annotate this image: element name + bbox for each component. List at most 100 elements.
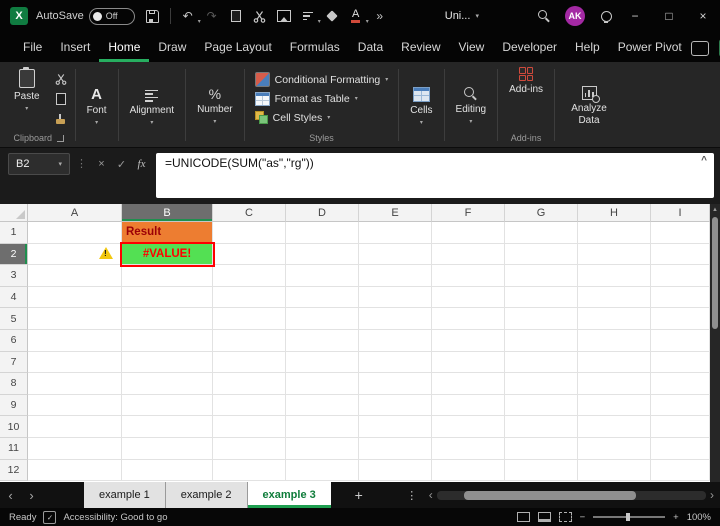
cell-A4[interactable] [28, 286, 122, 309]
number-group-button[interactable]: % Number ▾ [189, 65, 241, 147]
vertical-scroll-thumb[interactable] [712, 217, 718, 329]
insert-function-button[interactable]: fx [133, 153, 150, 175]
cell-I1[interactable] [651, 222, 710, 244]
lightbulb-icon[interactable] [595, 5, 617, 27]
cell-I8[interactable] [651, 373, 710, 395]
cell-H5[interactable] [578, 308, 651, 330]
copy-icon[interactable] [225, 5, 247, 27]
paste-button[interactable]: Paste ▾ [6, 65, 48, 114]
close-button[interactable]: × [686, 0, 720, 32]
sheet-tab-example-3[interactable]: example 3 [247, 482, 331, 508]
cell-H7[interactable] [578, 351, 651, 374]
menu-tab-view[interactable]: View [450, 33, 494, 62]
cut-icon[interactable] [249, 5, 271, 27]
cell-D3[interactable] [286, 265, 359, 287]
cell-I7[interactable] [651, 351, 710, 374]
name-box-resize-handle[interactable]: ⋮ [73, 153, 90, 170]
cell-A6[interactable] [28, 329, 122, 352]
horizontal-scroll-track[interactable] [436, 490, 706, 500]
cell-G6[interactable] [505, 329, 578, 352]
undo-icon[interactable]: ↶ [177, 5, 201, 27]
cell-B9[interactable] [122, 394, 213, 417]
document-title[interactable]: Uni... ▾ [435, 7, 489, 25]
cell-E3[interactable] [359, 265, 432, 287]
cell-B8[interactable] [122, 373, 213, 395]
cell-H2[interactable] [578, 243, 651, 266]
cell-D5[interactable] [286, 308, 359, 330]
cell-C3[interactable] [213, 265, 286, 287]
cell-B3[interactable] [122, 265, 213, 287]
cell-D9[interactable] [286, 394, 359, 417]
zoom-in-icon[interactable]: + [673, 512, 679, 523]
cell-C8[interactable] [213, 373, 286, 395]
cell-A11[interactable] [28, 437, 122, 460]
menu-tab-review[interactable]: Review [392, 33, 449, 62]
cell-C1[interactable] [213, 222, 286, 244]
menu-tab-page-layout[interactable]: Page Layout [195, 33, 280, 62]
formula-bar-collapse-icon[interactable]: ^ [701, 155, 707, 166]
cell-G4[interactable] [505, 286, 578, 309]
cell-C2[interactable] [213, 243, 286, 266]
cell-H10[interactable] [578, 416, 651, 438]
cell-E9[interactable] [359, 394, 432, 417]
sheet-tab-example-2[interactable]: example 2 [165, 482, 248, 508]
cell-F5[interactable] [432, 308, 505, 330]
cell-I4[interactable] [651, 286, 710, 309]
cell-F10[interactable] [432, 416, 505, 438]
cell-E5[interactable] [359, 308, 432, 330]
cell-G12[interactable] [505, 459, 578, 482]
error-indicator-icon[interactable] [99, 247, 115, 260]
column-header-F[interactable]: F [432, 204, 505, 222]
cell-styles-button[interactable]: Cell Styles ▾ [250, 109, 394, 127]
picture-icon[interactable] [273, 5, 295, 27]
page-layout-view-icon[interactable] [537, 512, 551, 522]
conditional-formatting-button[interactable]: Conditional Formatting ▾ [250, 71, 394, 89]
row-header-3[interactable]: 3 [0, 265, 28, 287]
cell-B1[interactable]: Result [122, 222, 213, 244]
cell-E1[interactable] [359, 222, 432, 244]
cell-H9[interactable] [578, 394, 651, 417]
accessibility-status[interactable]: Accessibility: Good to go [63, 512, 167, 523]
cell-C5[interactable] [213, 308, 286, 330]
cell-E10[interactable] [359, 416, 432, 438]
sheet-options-button[interactable]: ⋮ [399, 482, 425, 508]
column-header-E[interactable]: E [359, 204, 432, 222]
row-header-6[interactable]: 6 [0, 329, 28, 352]
cell-B6[interactable] [122, 329, 213, 352]
cell-A8[interactable] [28, 373, 122, 395]
cell-A10[interactable] [28, 416, 122, 438]
sheet-nav-prev-icon[interactable]: ‹ [0, 482, 21, 508]
row-header-11[interactable]: 11 [0, 437, 28, 460]
cell-F2[interactable] [432, 243, 505, 266]
select-all-button[interactable] [0, 204, 28, 222]
autosave-control[interactable]: AutoSave Off [36, 7, 135, 25]
cell-C12[interactable] [213, 459, 286, 482]
cut-icon[interactable] [52, 71, 70, 87]
menu-tab-draw[interactable]: Draw [149, 33, 195, 62]
cell-F11[interactable] [432, 437, 505, 460]
formula-input[interactable]: =UNICODE(SUM("as","rg")) ^ [156, 153, 714, 198]
save-icon[interactable] [142, 5, 164, 27]
cell-B2[interactable]: #VALUE! [120, 241, 215, 268]
cell-I5[interactable] [651, 308, 710, 330]
cancel-formula-button[interactable]: × [93, 153, 110, 175]
horizontal-scroll-thumb[interactable] [463, 490, 636, 500]
vertical-scrollbar[interactable]: ▲ [710, 204, 720, 482]
row-header-10[interactable]: 10 [0, 416, 28, 438]
cell-I10[interactable] [651, 416, 710, 438]
cell-G5[interactable] [505, 308, 578, 330]
cell-C7[interactable] [213, 351, 286, 374]
cell-F1[interactable] [432, 222, 505, 244]
cell-C6[interactable] [213, 329, 286, 352]
format-as-table-button[interactable]: Format as Table ▾ [250, 90, 394, 108]
cell-G9[interactable] [505, 394, 578, 417]
cell-H4[interactable] [578, 286, 651, 309]
new-sheet-button[interactable]: + [345, 482, 373, 508]
copy-icon[interactable] [52, 91, 70, 107]
column-header-H[interactable]: H [578, 204, 651, 222]
cell-C9[interactable] [213, 394, 286, 417]
cell-D11[interactable] [286, 437, 359, 460]
cell-F9[interactable] [432, 394, 505, 417]
cell-A9[interactable] [28, 394, 122, 417]
cell-B4[interactable] [122, 286, 213, 309]
